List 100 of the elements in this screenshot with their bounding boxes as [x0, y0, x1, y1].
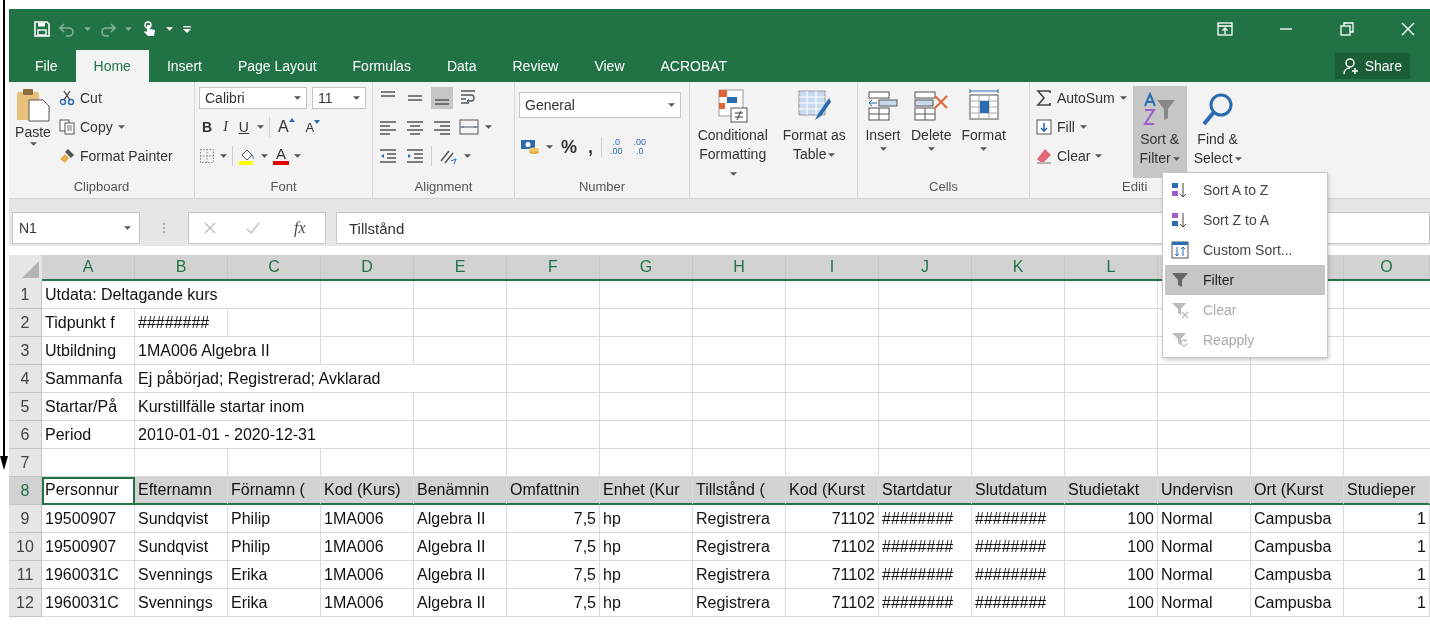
styles-button[interactable]: Format as Table	[775, 86, 853, 185]
ribbon-tab[interactable]: Data	[428, 50, 495, 82]
column-header[interactable]: O	[1344, 255, 1430, 279]
column-header[interactable]: K	[972, 255, 1065, 279]
caret-icon[interactable]	[261, 154, 268, 158]
ribbon-display-icon[interactable]	[1217, 21, 1233, 37]
clipboard-icon	[15, 86, 51, 122]
caret-icon	[1119, 96, 1127, 100]
font-size-step-button[interactable]: A	[302, 119, 324, 135]
name-box[interactable]: N1	[12, 212, 140, 244]
borders-icon[interactable]	[199, 148, 215, 164]
caret-icon[interactable]	[668, 103, 675, 107]
column-header[interactable]: H	[693, 255, 786, 279]
restore-icon[interactable]	[1339, 21, 1355, 37]
number-style-button[interactable]: ,	[585, 136, 597, 158]
caret-icon[interactable]	[220, 154, 227, 158]
ribbon-tab[interactable]: Page Layout	[219, 50, 335, 82]
row-header[interactable]: 6	[9, 421, 42, 449]
caret-icon[interactable]	[256, 125, 264, 129]
column-header[interactable]: C	[228, 255, 321, 279]
menu-item[interactable]: Sort A to Z	[1165, 175, 1325, 205]
eraser-icon	[1036, 148, 1052, 164]
cells-button[interactable]: Delete	[908, 86, 955, 178]
styles-button[interactable]: Conditional Formatting	[694, 86, 772, 185]
fill-color-icon[interactable]	[238, 147, 256, 165]
table-cell: Ort (Kurst	[1251, 477, 1344, 505]
font-size-field[interactable]: 11	[312, 87, 366, 109]
table-cell: Undervisn	[1158, 477, 1251, 505]
cells-button[interactable]: Format	[958, 86, 1009, 178]
font-size-step-button[interactable]: A	[274, 118, 298, 136]
caret-icon[interactable]	[294, 154, 301, 158]
font-color-button[interactable]: A	[273, 147, 289, 165]
underline-button[interactable]: U	[235, 119, 252, 135]
close-icon[interactable]	[1400, 21, 1416, 37]
row-header[interactable]: 11	[9, 561, 42, 589]
decimal-button[interactable]: .00 .0	[630, 138, 650, 156]
editing-menu-button[interactable]: Sort & Filter	[1132, 86, 1187, 178]
row-header[interactable]: 5	[9, 393, 42, 421]
editing-menu-button[interactable]: Find & Select	[1190, 86, 1245, 178]
ribbon-tab[interactable]: Insert	[148, 50, 220, 82]
ribbon-tab[interactable]: File	[17, 50, 76, 82]
paste-button[interactable]: Paste	[13, 86, 53, 178]
share-button[interactable]: Share	[1334, 52, 1410, 79]
sort-ascending-icon	[1171, 181, 1189, 199]
row-header[interactable]: 9	[9, 505, 42, 533]
row-header[interactable]: 4	[9, 365, 42, 393]
editing-button[interactable]: AutoSum	[1034, 86, 1129, 110]
column-header[interactable]: J	[879, 255, 972, 279]
column-header[interactable]: A	[42, 255, 135, 279]
clipboard-button[interactable]: Format Painter	[57, 144, 175, 168]
menu-item[interactable]: Filter	[1165, 265, 1325, 295]
clipboard-button[interactable]: Copy	[57, 115, 175, 139]
caret-icon[interactable]	[353, 96, 360, 100]
column-header[interactable]: B	[135, 255, 228, 279]
row-header[interactable]: 7	[9, 449, 42, 477]
caret-icon[interactable]	[124, 226, 131, 230]
ribbon-tab[interactable]: Review	[494, 50, 577, 82]
editing-button[interactable]: Fill	[1034, 115, 1129, 139]
decimal-button[interactable]: .0 .00	[607, 138, 626, 156]
cells-button[interactable]: Insert	[862, 86, 904, 178]
row-header[interactable]: 2	[9, 309, 42, 337]
touch-mode-icon[interactable]	[141, 21, 157, 37]
row-header[interactable]: 12	[9, 589, 42, 617]
column-header[interactable]: I	[786, 255, 879, 279]
italic-button[interactable]: I	[220, 119, 231, 135]
customize-toolbar-icon[interactable]	[182, 24, 192, 34]
group-label: Clipboard	[72, 178, 131, 196]
table-cell: Kod (Kurs)	[321, 477, 414, 505]
clipboard-button[interactable]: Cut	[57, 86, 175, 110]
caret-icon[interactable]	[485, 125, 492, 129]
editing-button[interactable]: Clear	[1034, 144, 1129, 168]
number-format-field[interactable]: General	[519, 92, 681, 118]
row-header[interactable]: 8	[9, 477, 42, 505]
row-header[interactable]: 10	[9, 533, 42, 561]
column-header[interactable]: G	[600, 255, 693, 279]
row-header[interactable]: 3	[9, 337, 42, 365]
caret-icon[interactable]	[546, 145, 553, 149]
column-header[interactable]: D	[321, 255, 414, 279]
bottom-align-icon[interactable]	[431, 87, 453, 109]
caret-icon[interactable]	[166, 27, 173, 31]
column-header[interactable]: E	[414, 255, 507, 279]
table-cell: Personnur	[42, 477, 135, 505]
ribbon-tab[interactable]: Formulas	[334, 50, 429, 82]
column-header[interactable]: L	[1065, 255, 1158, 279]
bold-button[interactable]: B	[199, 119, 216, 135]
save-icon[interactable]	[34, 21, 50, 37]
check-icon[interactable]	[245, 220, 262, 236]
caret-icon[interactable]	[464, 154, 471, 158]
caret-icon[interactable]	[294, 96, 301, 100]
row-header[interactable]: 1	[9, 281, 42, 309]
number-style-button[interactable]: %	[558, 136, 580, 158]
column-header[interactable]: F	[507, 255, 600, 279]
merge-center-icon[interactable]	[458, 116, 480, 138]
custom-sort-icon	[1171, 241, 1189, 259]
font-name-field[interactable]: Calibri	[199, 87, 307, 109]
ribbon-tab[interactable]: Home	[75, 50, 149, 82]
insert-function-button[interactable]: fx	[288, 218, 312, 238]
ribbon-tab[interactable]: ACROBAT	[642, 50, 746, 82]
ribbon-tab[interactable]: View	[576, 50, 643, 82]
paintbrush-icon	[59, 148, 75, 164]
